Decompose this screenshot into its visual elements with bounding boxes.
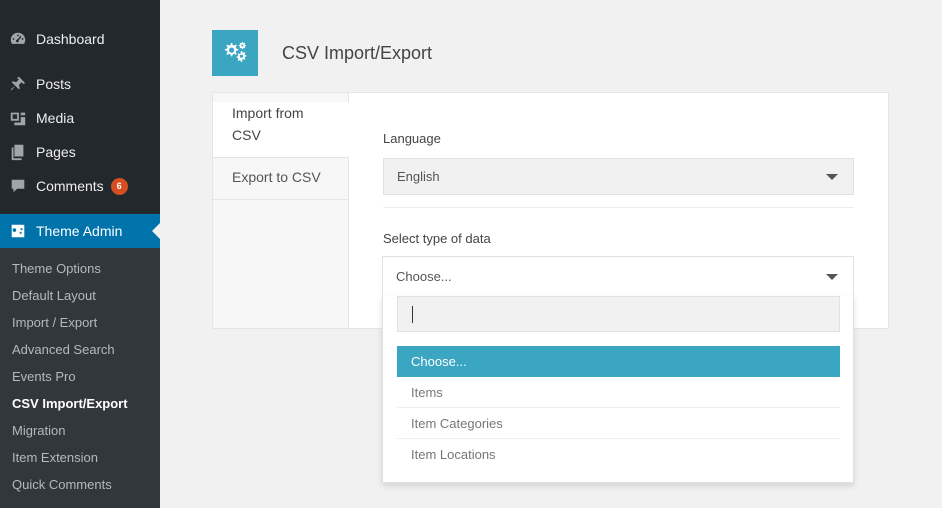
dashboard-icon xyxy=(8,29,28,49)
dropdown-option-items[interactable]: Items xyxy=(397,377,840,408)
panel-tabs: Import from CSV Export to CSV xyxy=(213,93,350,328)
sidebar-item-dashboard[interactable]: Dashboard xyxy=(0,22,160,56)
submenu-item-theme-options[interactable]: Theme Options xyxy=(12,259,101,279)
sidebar-item-label: Theme Admin xyxy=(36,223,123,239)
chevron-down-icon xyxy=(826,274,838,280)
page-title: CSV Import/Export xyxy=(282,43,433,63)
chevron-down-icon xyxy=(826,174,838,180)
dropdown-option-item-categories[interactable]: Item Categories xyxy=(397,408,840,439)
gears-icon xyxy=(212,30,258,76)
active-menu-arrow xyxy=(152,223,160,239)
tab-export-to-csv[interactable]: Export to CSV xyxy=(213,166,349,188)
submenu-item-item-extension[interactable]: Item Extension xyxy=(12,448,98,468)
language-select[interactable]: English xyxy=(383,158,854,195)
submenu-item-csv-import-export[interactable]: CSV Import/Export xyxy=(12,394,128,414)
submenu-item-events-pro[interactable]: Events Pro xyxy=(12,367,76,387)
submenu-item-default-layout[interactable]: Default Layout xyxy=(12,286,96,306)
comments-count-badge: 6 xyxy=(110,177,128,195)
language-value: English xyxy=(397,169,440,184)
dropdown-search-input[interactable] xyxy=(397,296,840,332)
submenu-item-quick-comments[interactable]: Quick Comments xyxy=(12,475,112,495)
comment-icon xyxy=(8,176,28,196)
tab-divider xyxy=(213,199,349,200)
sidebar-item-pages[interactable]: Pages xyxy=(0,135,160,169)
sidebar-item-comments[interactable]: Comments 6 xyxy=(0,169,160,203)
data-type-dropdown: Choose... Items Item Categories Item Loc… xyxy=(382,295,854,483)
sidebar-item-label: Media xyxy=(36,110,75,126)
theme-admin-submenu: Theme Options Default Layout Import / Ex… xyxy=(0,248,160,508)
theme-admin-icon xyxy=(8,221,28,241)
tab-label-line: Import from xyxy=(232,105,304,121)
submenu-item-import-export[interactable]: Import / Export xyxy=(12,313,97,333)
sidebar-item-theme-admin[interactable]: Theme Admin xyxy=(0,214,160,248)
language-label: Language xyxy=(383,131,441,146)
field-divider xyxy=(383,207,854,208)
tab-label-line: CSV xyxy=(232,127,261,143)
sidebar-item-label: Dashboard xyxy=(36,31,105,47)
submenu-item-migration[interactable]: Migration xyxy=(12,421,65,441)
dropdown-option-choose[interactable]: Choose... xyxy=(397,346,840,377)
sidebar-item-media[interactable]: Media xyxy=(0,101,160,135)
text-cursor xyxy=(412,306,413,323)
pin-icon xyxy=(8,74,28,94)
admin-sidebar: Dashboard Posts Media Pages Comments 6 T… xyxy=(0,0,160,508)
tab-divider xyxy=(213,157,349,158)
data-type-value: Choose... xyxy=(396,269,452,284)
media-icon xyxy=(8,108,28,128)
submenu-item-advanced-search[interactable]: Advanced Search xyxy=(12,340,115,360)
pages-icon xyxy=(8,142,28,162)
sidebar-item-label: Comments xyxy=(36,178,104,194)
sidebar-item-label: Pages xyxy=(36,144,76,160)
data-type-select[interactable]: Choose... xyxy=(382,256,854,296)
tab-import-from-csv[interactable]: Import from CSV xyxy=(213,102,350,158)
dropdown-option-item-locations[interactable]: Item Locations xyxy=(397,439,840,470)
sidebar-item-label: Posts xyxy=(36,76,72,92)
data-type-label: Select type of data xyxy=(383,231,491,246)
sidebar-item-posts[interactable]: Posts xyxy=(0,67,160,101)
